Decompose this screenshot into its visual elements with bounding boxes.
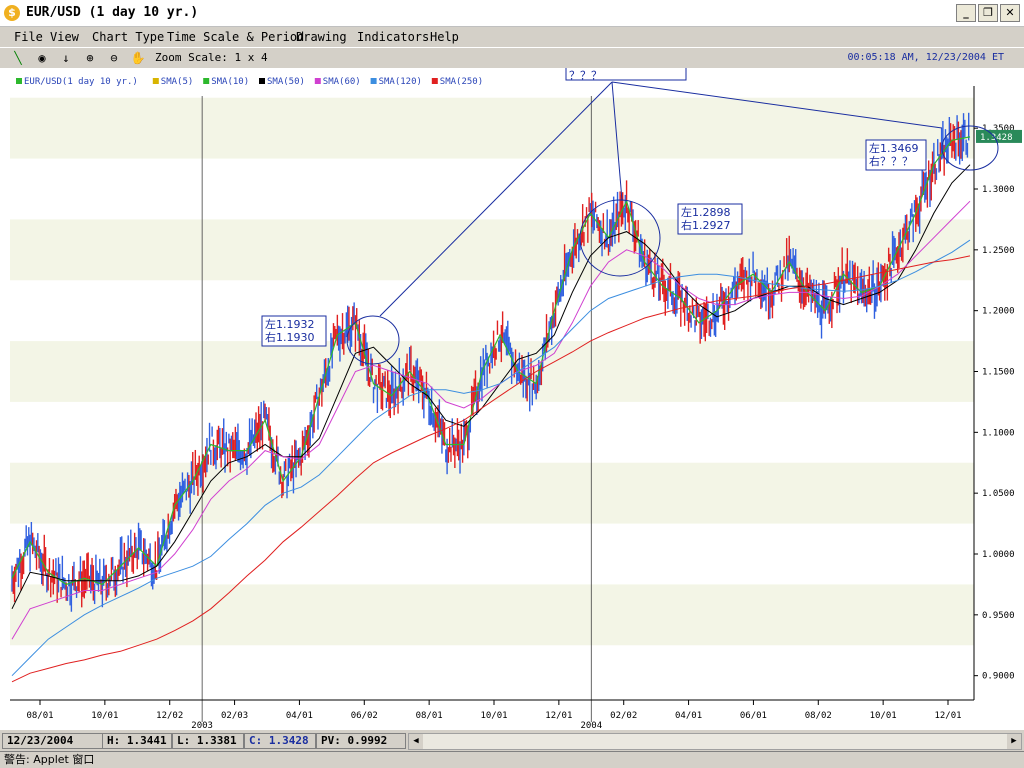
y-tick-label: 0.9500 — [982, 611, 1015, 621]
window-titlebar: $ EUR/USD (1 day 10 yr.) _ ❐ ✕ — [0, 0, 1024, 27]
menu-indicators[interactable]: Indicators — [357, 30, 429, 44]
grid-band — [10, 97, 974, 159]
x-tick-label: 08/01 — [26, 711, 53, 721]
legend-label: SMA(5) — [161, 77, 194, 87]
menu-time-scale[interactable]: Time Scale & Period — [167, 30, 304, 44]
status-high: H: 1.3441 — [102, 733, 172, 749]
menu-view[interactable]: View — [50, 30, 79, 44]
zoom-out-icon[interactable]: ⊖ — [106, 50, 122, 66]
annotation-text: 左1.2898 — [681, 206, 731, 219]
year-label: 2003 — [191, 721, 213, 730]
x-tick-label: 08/02 — [805, 711, 832, 721]
chart-area[interactable]: EUR/USD(1 day 10 yr.) SMA(5) SMA(10) SMA(50… — [0, 53, 1024, 731]
legend-swatch — [314, 78, 321, 84]
x-tick-label: 12/02 — [156, 711, 183, 721]
annotation-text: 左1.3469 — [869, 142, 919, 155]
restore-button[interactable]: ❐ — [978, 4, 998, 22]
annotation-text: ？？？ — [569, 69, 602, 82]
y-tick-label: 1.2500 — [982, 246, 1015, 256]
close-button[interactable]: ✕ — [1000, 4, 1020, 22]
menu-file[interactable]: File — [14, 30, 43, 44]
annotation-text: 右1.1930 — [265, 330, 315, 344]
legend-swatch — [16, 78, 22, 84]
app-logo-icon: $ — [4, 5, 20, 21]
status-close: C: 1.3428 — [244, 733, 316, 749]
status-date: 12/23/2004 — [2, 733, 104, 749]
clock-readout: 00:05:18 AM, 12/23/2004 ET — [847, 52, 1004, 63]
status-low: L: 1.3381 — [172, 733, 244, 749]
menu-chart-type[interactable]: Chart Type — [92, 30, 164, 44]
grid-band — [10, 462, 974, 524]
legend-swatch — [203, 78, 210, 84]
x-tick-label: 04/01 — [286, 711, 313, 721]
zoom-scale-label: Zoom Scale: 1 x 4 — [155, 51, 268, 64]
legend-label: SMA(10) — [211, 77, 249, 87]
annotation-text: 右？？？ — [869, 154, 913, 168]
menu-drawing[interactable]: Drawing — [296, 30, 347, 44]
status-pv: PV: 0.9992 — [316, 733, 406, 749]
target-icon[interactable]: ◉ — [34, 50, 50, 66]
hand-icon[interactable]: ✋ — [130, 50, 146, 66]
legend-swatch — [152, 78, 159, 84]
zoom-in-icon[interactable]: ⊕ — [82, 50, 98, 66]
x-tick-label: 02/02 — [610, 711, 637, 721]
status-bar: 12/23/2004 H: 1.3441 L: 1.3381 C: 1.3428… — [0, 732, 1024, 750]
legend-label: EUR/USD(1 day 10 yr.) — [24, 77, 138, 87]
legend-swatch — [431, 78, 438, 84]
menu-help[interactable]: Help — [430, 30, 459, 44]
x-tick-label: 04/01 — [675, 711, 702, 721]
price-chart[interactable]: EUR/USD(1 day 10 yr.) SMA(5) SMA(10) SMA(50… — [0, 53, 1024, 731]
window-title: EUR/USD (1 day 10 yr.) — [26, 5, 199, 20]
x-tick-label: 10/01 — [480, 711, 507, 721]
legend-label: SMA(50) — [267, 77, 305, 87]
grid-band — [10, 584, 974, 646]
line-draw-icon[interactable]: ╲ — [10, 50, 26, 66]
x-tick-label: 02/03 — [221, 711, 248, 721]
y-tick-label: 1.1500 — [982, 368, 1015, 378]
legend-label: SMA(250) — [440, 77, 483, 87]
y-tick-label: 1.0000 — [982, 550, 1015, 560]
x-tick-label: 06/01 — [740, 711, 767, 721]
annotation-text: 右1.2927 — [681, 218, 731, 232]
menu-bar: File View Chart Type Time Scale & Period… — [0, 28, 1024, 46]
annotation-text: 左1.1932 — [265, 318, 315, 331]
horizontal-scrollbar[interactable]: ◀ ▶ — [408, 733, 1022, 750]
y-tick-label: 1.1000 — [982, 428, 1015, 438]
x-tick-label: 08/01 — [416, 711, 443, 721]
scroll-left-icon[interactable]: ◀ — [409, 734, 423, 749]
x-tick-label: 10/01 — [870, 711, 897, 721]
minimize-button[interactable]: _ — [956, 4, 976, 22]
y-tick-label: 1.0500 — [982, 489, 1015, 499]
applet-warning: 警告: Applet 窗口 — [0, 751, 1024, 768]
scroll-right-icon[interactable]: ▶ — [1007, 734, 1021, 749]
toolbar: ╲ ◉ ↓ ⊕ ⊖ ✋ Zoom Scale: 1 x 4 00:05:18 A… — [0, 47, 1024, 68]
y-tick-label: 1.2000 — [982, 307, 1015, 317]
y-tick-label: 1.3000 — [982, 185, 1015, 195]
year-label: 2004 — [580, 721, 602, 730]
x-tick-label: 12/01 — [934, 711, 961, 721]
legend-swatch — [370, 78, 377, 84]
x-tick-label: 12/01 — [545, 711, 572, 721]
x-tick-label: 10/01 — [91, 711, 118, 721]
grid-band — [10, 219, 974, 281]
legend-label: SMA(60) — [323, 77, 361, 87]
legend-swatch — [259, 78, 265, 84]
legend-label: SMA(120) — [379, 77, 422, 87]
last-price-label: 1.3428 — [980, 133, 1013, 143]
x-tick-label: 06/02 — [351, 711, 378, 721]
y-tick-label: 0.9000 — [982, 672, 1015, 682]
arrow-down-icon[interactable]: ↓ — [58, 50, 74, 66]
